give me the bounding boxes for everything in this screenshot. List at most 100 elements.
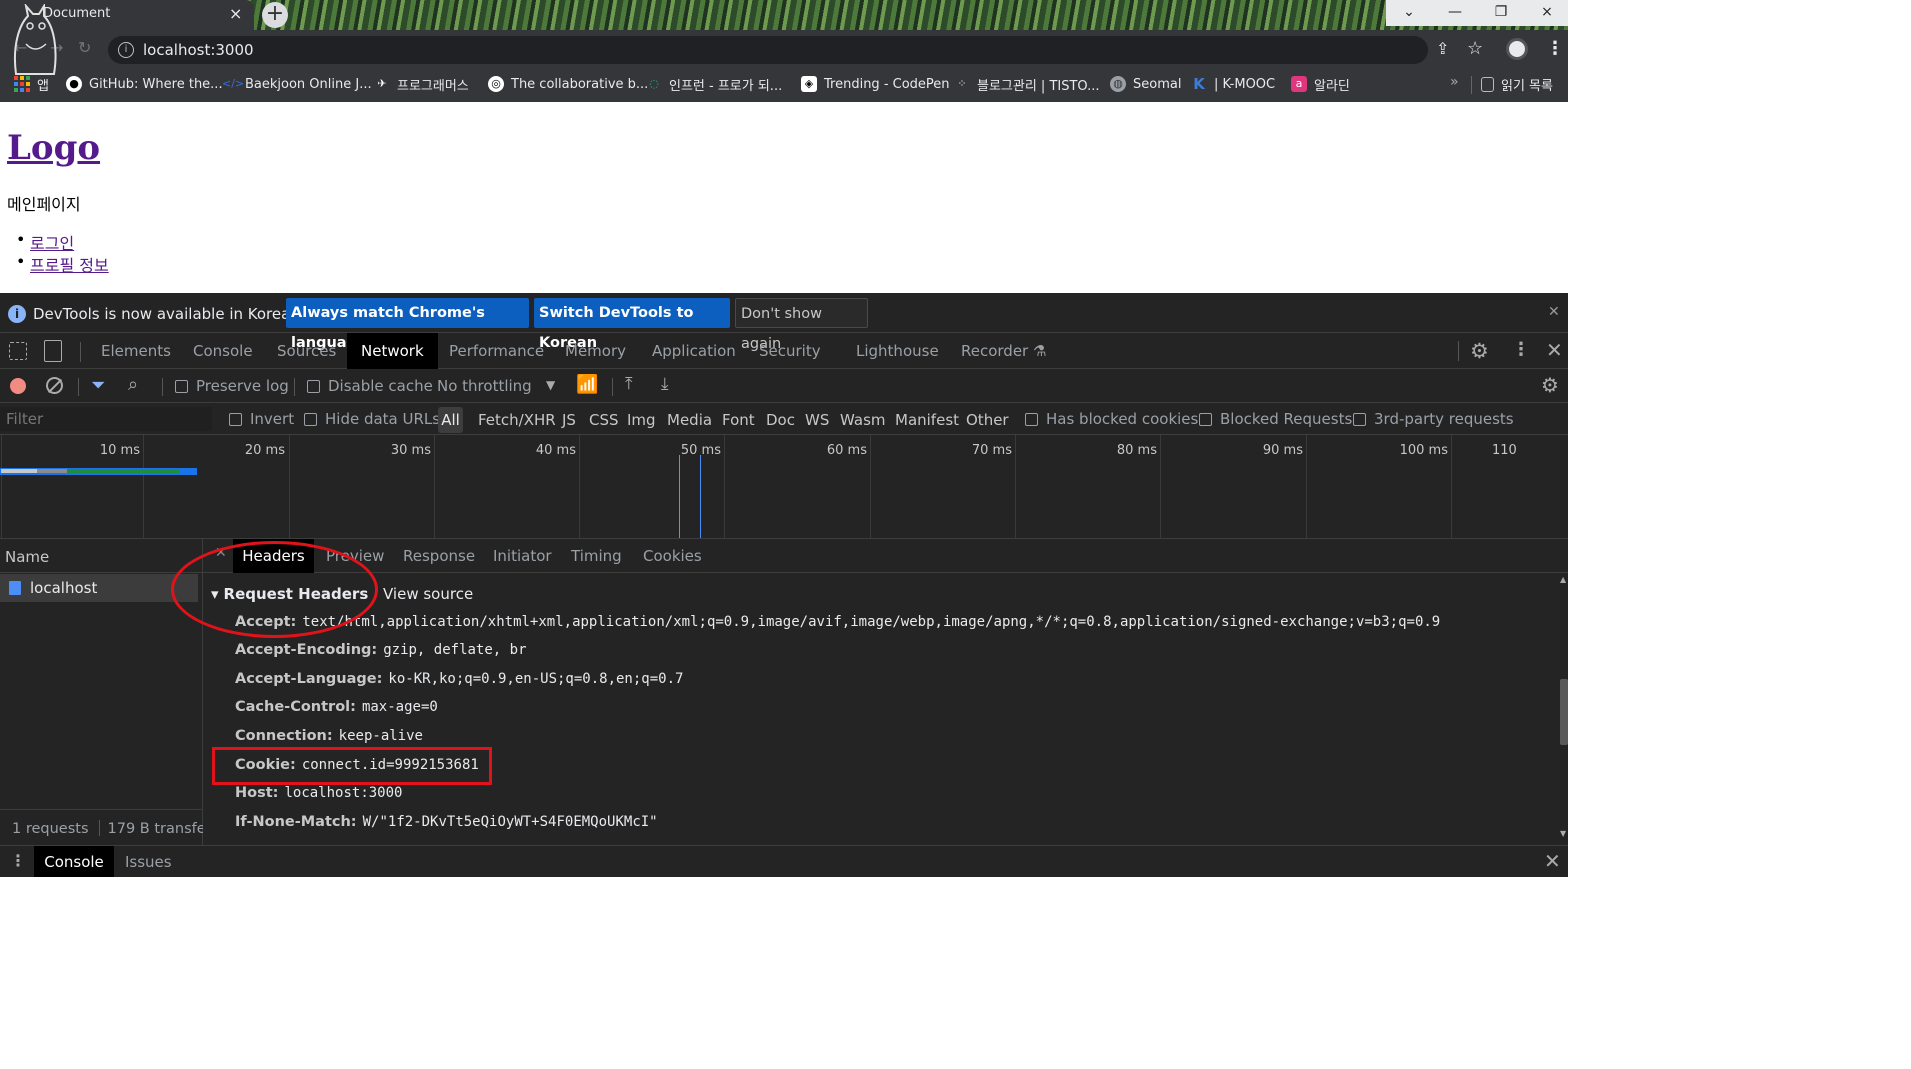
window-minimize-button-2[interactable]: — <box>1432 0 1478 26</box>
bookmark-star-icon[interactable]: ☆ <box>1467 38 1483 59</box>
hide-data-urls-checkbox[interactable]: Hide data URLs <box>304 410 440 428</box>
tab-close-icon[interactable]: × <box>229 4 242 23</box>
disable-cache-checkbox[interactable]: Disable cache <box>307 377 433 395</box>
filter-funnel-icon[interactable]: ⏷ <box>91 375 105 396</box>
window-close-button[interactable]: × <box>1524 0 1568 26</box>
close-devtools-icon[interactable]: ✕ <box>1546 338 1563 362</box>
clear-icon[interactable] <box>46 377 63 394</box>
bookmark-github[interactable]: ● GitHub: Where the... <box>66 74 223 94</box>
always-match-language-button[interactable]: Always match Chrome's language <box>286 298 529 351</box>
tab-sources[interactable]: Sources <box>277 333 336 369</box>
dont-show-again-button[interactable]: Don't show again <box>735 298 868 352</box>
filter-type-media[interactable]: Media <box>667 411 712 429</box>
filter-type-doc[interactable]: Doc <box>766 411 795 429</box>
tab-recorder[interactable]: Recorder ⚗ <box>961 333 1046 369</box>
filter-type-fetch-xhr[interactable]: Fetch/XHR <box>478 411 556 429</box>
has-blocked-cookies-checkbox[interactable]: Has blocked cookies <box>1025 410 1198 428</box>
filter-type-img[interactable]: Img <box>627 411 656 429</box>
bookmark-inflearn[interactable]: ◌ 인프런 - 프로가 되... <box>646 74 782 94</box>
more-options-icon[interactable]: ⋮ <box>1512 339 1530 360</box>
tab-performance[interactable]: Performance <box>449 333 544 369</box>
bookmark-seomal[interactable]: ◍ Seomal <box>1110 74 1181 94</box>
window-restore-button[interactable]: ❐ <box>1478 0 1524 26</box>
tab-network[interactable]: Network <box>347 333 438 369</box>
import-har-icon[interactable]: ⤒ <box>625 374 633 394</box>
bookmark-kmooc[interactable]: K | K-MOOC <box>1191 74 1275 94</box>
filter-type-manifest[interactable]: Manifest <box>895 411 959 429</box>
scrollbar-thumb[interactable] <box>1560 679 1568 745</box>
dropdown-caret-icon[interactable]: ▼ <box>546 378 555 392</box>
filter-type-all[interactable]: All <box>438 407 463 433</box>
record-icon[interactable] <box>10 378 26 394</box>
switch-to-korean-button[interactable]: Switch DevTools to Korean <box>534 298 730 351</box>
bookmark-apps[interactable]: 앱 <box>14 74 49 94</box>
address-bar[interactable] <box>108 36 1428 64</box>
device-toolbar-icon[interactable] <box>44 340 62 362</box>
bookmark-programmers[interactable]: ✈ 프로그래머스 <box>374 74 468 94</box>
filter-type-ws[interactable]: WS <box>805 411 829 429</box>
tab-headers[interactable]: Headers <box>233 539 314 573</box>
site-info-icon[interactable]: i <box>118 42 134 58</box>
tab-timing[interactable]: Timing <box>571 539 622 573</box>
filter-input[interactable]: Filter <box>0 407 212 431</box>
drawer-tab-issues[interactable]: Issues <box>125 846 172 877</box>
network-overview-timeline[interactable]: 10 ms 20 ms 30 ms 40 ms 50 ms 60 ms 70 m… <box>0 435 1568 539</box>
network-conditions-icon[interactable]: 📶 <box>576 374 598 395</box>
close-drawer-icon[interactable]: ✕ <box>1544 849 1561 873</box>
reading-list[interactable]: 읽기 목록 <box>1481 74 1553 94</box>
filter-type-font[interactable]: Font <box>722 411 755 429</box>
request-row[interactable]: localhost <box>0 574 198 602</box>
tab-preview[interactable]: Preview <box>326 539 384 573</box>
profile-link[interactable]: 프로필 정보 <box>16 252 109 276</box>
tab-cookies[interactable]: Cookies <box>643 539 702 573</box>
tab-application[interactable]: Application <box>652 333 736 369</box>
network-settings-icon[interactable]: ⚙ <box>1541 373 1559 397</box>
drawer-tab-console[interactable]: Console <box>34 846 114 877</box>
tab-console[interactable]: Console <box>193 333 253 369</box>
bookmarks-overflow-icon[interactable]: » <box>1450 74 1459 90</box>
filter-type-css[interactable]: CSS <box>589 411 619 429</box>
view-source-link[interactable]: View source <box>383 585 473 603</box>
close-icon[interactable]: ✕ <box>1548 304 1560 320</box>
tab-elements[interactable]: Elements <box>101 333 171 369</box>
bookmark-tistory[interactable]: ⁘ 블로그관리 | TISTO... <box>954 74 1099 94</box>
drawer-menu-icon[interactable]: ⋮ <box>10 851 26 870</box>
throttling-select[interactable]: No throttling <box>437 377 532 395</box>
window-minimize-button[interactable]: ⌄ <box>1386 0 1432 26</box>
scroll-down-arrow-icon[interactable]: ▼ <box>1560 829 1566 838</box>
tab-security[interactable]: Security <box>759 333 821 369</box>
export-har-icon[interactable]: ⤓ <box>661 374 669 394</box>
logo-link[interactable]: Logo <box>7 128 100 168</box>
filter-type-js[interactable]: JS <box>562 411 576 429</box>
invert-checkbox[interactable]: Invert <box>229 410 294 428</box>
search-icon[interactable]: ⌕ <box>128 374 138 395</box>
share-icon[interactable]: ⇪ <box>1436 39 1449 58</box>
name-column-header[interactable]: Name <box>0 539 203 573</box>
bookmark-aladin[interactable]: a 알라딘 <box>1291 74 1350 94</box>
request-headers-section-toggle[interactable]: Request Headers <box>211 585 369 603</box>
close-detail-icon[interactable]: ✕ <box>215 545 227 561</box>
login-link[interactable]: 로그인 <box>16 230 74 254</box>
divider <box>78 378 79 396</box>
bookmark-collaborative[interactable]: ◎ The collaborative b... <box>488 74 648 94</box>
url-text[interactable]: localhost:3000 <box>143 41 254 59</box>
blocked-requests-checkbox[interactable]: Blocked Requests <box>1199 410 1352 428</box>
preserve-log-checkbox[interactable]: Preserve log <box>175 377 289 395</box>
filter-type-other[interactable]: Other <box>966 411 1009 429</box>
tab-initiator[interactable]: Initiator <box>493 539 552 573</box>
tab-response[interactable]: Response <box>403 539 475 573</box>
browser-menu-icon[interactable]: ⋮ <box>1546 38 1564 59</box>
new-tab-button[interactable]: + <box>262 2 288 28</box>
bookmark-baekjoon[interactable]: </> Baekjoon Online J... <box>222 74 372 94</box>
inspect-element-icon[interactable] <box>9 342 27 360</box>
profile-avatar[interactable] <box>1506 38 1528 60</box>
scroll-up-arrow-icon[interactable]: ▲ <box>1560 575 1566 584</box>
reload-icon[interactable]: ↻ <box>78 38 91 57</box>
header-name: Accept-Language: <box>235 671 383 687</box>
settings-gear-icon[interactable]: ⚙ <box>1470 339 1489 363</box>
tab-lighthouse[interactable]: Lighthouse <box>856 333 939 369</box>
tab-memory[interactable]: Memory <box>565 333 626 369</box>
filter-type-wasm[interactable]: Wasm <box>840 411 886 429</box>
bookmark-codepen[interactable]: ◈ Trending - CodePen <box>801 74 950 94</box>
third-party-requests-checkbox[interactable]: 3rd-party requests <box>1353 410 1514 428</box>
